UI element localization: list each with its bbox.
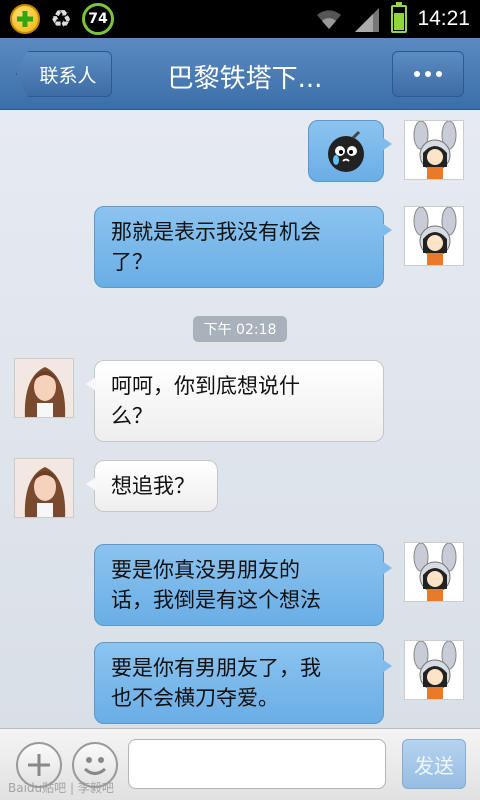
signal-icon (355, 8, 380, 32)
message-line: 也不会横刀夺爱。 (111, 686, 279, 710)
message-line: 么？ (111, 404, 153, 428)
message-bubble-out[interactable]: 那就是表示我没有机会 了？ (94, 206, 392, 288)
status-left-icons: ♻ 74 (10, 3, 114, 35)
message-timestamp: 下午 02:18 (193, 316, 287, 342)
my-avatar[interactable] (404, 542, 464, 602)
rabbit-girl-avatar-icon (405, 543, 463, 601)
more-dots-icon (425, 71, 431, 77)
back-button-label: 联系人 (39, 64, 97, 87)
message-line: 话，我倒是有这个想法 (111, 588, 321, 612)
message-bubble-in[interactable]: 想追我？ (86, 460, 218, 512)
status-bar: ♻ 74 14:21 (0, 0, 480, 38)
rabbit-girl-avatar-icon (405, 207, 463, 265)
more-dots-icon (414, 71, 420, 77)
my-avatar[interactable] (404, 120, 464, 180)
message-line: 要是你有男朋友了，我 (111, 656, 321, 680)
status-time: 14:21 (417, 7, 470, 30)
message-line: 了？ (111, 250, 153, 274)
message-bubble-out[interactable] (308, 120, 392, 182)
message-bubble-out[interactable]: 要是你有男朋友了，我 也不会横刀夺爱。 (94, 642, 392, 724)
girl-photo-avatar-icon (15, 459, 73, 517)
my-avatar[interactable] (404, 640, 464, 700)
contact-avatar[interactable] (14, 458, 74, 518)
rabbit-girl-avatar-icon (405, 641, 463, 699)
page-title: 巴黎铁塔下... (167, 64, 323, 94)
crying-bomb-emoji-icon (328, 130, 364, 172)
back-button[interactable]: 联系人 (16, 51, 112, 97)
status-right-icons: 14:21 (315, 0, 470, 38)
battery-icon (391, 2, 408, 33)
message-line: 想追我？ (111, 474, 195, 498)
battery-fill (394, 13, 405, 30)
message-line: 要是你真没男朋友的 (111, 558, 300, 582)
more-dots-icon (436, 71, 442, 77)
message-input[interactable] (128, 739, 386, 789)
chat-header: 联系人 巴黎铁塔下... (0, 38, 480, 110)
send-button[interactable]: 发送 (402, 739, 466, 789)
message-bubble-out[interactable]: 要是你真没男朋友的 话，我倒是有这个想法 (94, 544, 392, 626)
my-avatar[interactable] (404, 206, 464, 266)
chat-area[interactable]: 那就是表示我没有机会 了？ 下午 02:18 呵呵，你到底想说什 么？ 想追我？ (0, 110, 480, 728)
girl-photo-avatar-icon (15, 359, 73, 417)
message-bubble-in[interactable]: 呵呵，你到底想说什 么？ (86, 360, 384, 442)
message-line: 那就是表示我没有机会 (111, 220, 321, 244)
more-button[interactable] (392, 51, 464, 97)
wifi-icon (317, 10, 342, 29)
watermark: Baidu贴吧 | 李毅吧 (8, 781, 114, 795)
message-line: 呵呵，你到底想说什 (111, 374, 300, 398)
input-bar: 发送 Baidu贴吧 | 李毅吧 (0, 728, 480, 800)
contact-avatar[interactable] (14, 358, 74, 418)
add-app-icon (10, 4, 40, 34)
rabbit-girl-avatar-icon (405, 121, 463, 179)
recycle-icon: ♻ (50, 5, 72, 33)
battery-saver-badge: 74 (82, 3, 114, 35)
